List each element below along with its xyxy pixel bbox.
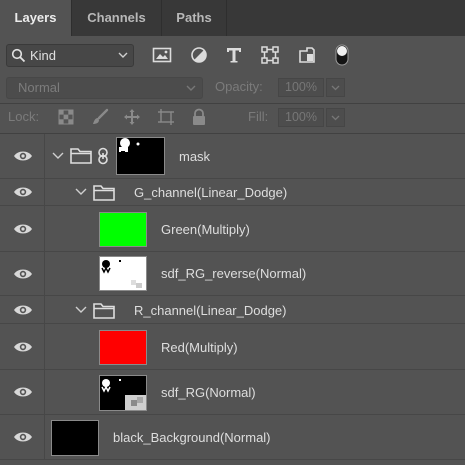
- eye-icon: [14, 305, 32, 314]
- chevron-down-icon: [331, 115, 340, 121]
- lock-all-icon[interactable]: [189, 108, 209, 126]
- smart-object-filter-icon[interactable]: [295, 44, 319, 66]
- shape-filter-icon[interactable]: [258, 44, 282, 66]
- opacity-label: Opacity:: [215, 79, 263, 94]
- layer-name: sdf_RG(Normal): [161, 385, 256, 400]
- visibility-toggle[interactable]: [0, 134, 45, 178]
- visibility-toggle[interactable]: [0, 179, 45, 205]
- visibility-toggle[interactable]: [0, 296, 45, 323]
- filter-toggle-icon[interactable]: [330, 44, 354, 66]
- layer-name: G_channel(Linear_Dodge): [134, 185, 288, 200]
- layer-thumbnail[interactable]: [51, 420, 99, 456]
- layer-name: mask: [179, 149, 211, 164]
- lock-transparent-pixels-icon[interactable]: [56, 108, 76, 126]
- folder-icon: [93, 303, 115, 319]
- chevron-down-icon[interactable]: [75, 305, 87, 315]
- lock-position-icon[interactable]: [122, 108, 142, 126]
- layer-name: sdf_RG_reverse(Normal): [161, 266, 307, 281]
- layer-row-sdf-rg-reverse[interactable]: sdf_RG_reverse(Normal): [0, 252, 465, 296]
- chevron-down-icon: [331, 85, 340, 91]
- fill-input[interactable]: 100%: [278, 108, 324, 127]
- visibility-toggle[interactable]: [0, 415, 45, 459]
- tab-channels[interactable]: Channels: [72, 0, 161, 36]
- eye-icon: [14, 187, 32, 197]
- folder-icon: [93, 185, 115, 201]
- layer-row-red[interactable]: Red(Multiply): [0, 324, 465, 370]
- layer-name: black_Background(Normal): [113, 430, 271, 445]
- opacity-dropdown[interactable]: [326, 78, 345, 97]
- blend-mode-label: Normal: [18, 80, 60, 95]
- opacity-input[interactable]: 100%: [278, 78, 324, 97]
- visibility-toggle[interactable]: [0, 252, 45, 295]
- layer-row-mask[interactable]: mask: [0, 134, 465, 179]
- layer-mask-thumbnail[interactable]: [116, 137, 165, 175]
- eye-icon: [14, 387, 32, 397]
- image-filter-icon[interactable]: [150, 44, 174, 66]
- eye-icon: [14, 151, 32, 161]
- panel-tab-bar: Layers Channels Paths: [0, 0, 465, 36]
- fill-dropdown[interactable]: [326, 108, 345, 127]
- fill-label: Fill:: [248, 109, 269, 124]
- filter-kind-label: Kind: [30, 48, 57, 63]
- eye-icon: [14, 224, 32, 233]
- toolbar-divider: [0, 103, 465, 104]
- visibility-toggle[interactable]: [0, 206, 45, 251]
- lock-label: Lock:: [8, 109, 40, 124]
- layer-thumbnail[interactable]: [99, 256, 147, 291]
- layer-name: Green(Multiply): [161, 222, 250, 237]
- link-icon: [98, 147, 108, 165]
- layer-name: Red(Multiply): [161, 340, 238, 355]
- layer-row-green[interactable]: Green(Multiply): [0, 206, 465, 252]
- adjustment-filter-icon[interactable]: [187, 44, 211, 66]
- layer-thumbnail[interactable]: [99, 375, 147, 411]
- eye-icon: [14, 432, 32, 442]
- lock-artboard-icon[interactable]: [156, 108, 176, 126]
- filter-kind-select[interactable]: Kind: [6, 44, 134, 67]
- eye-icon: [14, 342, 32, 351]
- folder-icon: [70, 148, 92, 164]
- layer-thumbnail[interactable]: [99, 330, 147, 365]
- type-filter-icon[interactable]: [222, 44, 246, 66]
- chevron-down-icon: [186, 85, 196, 91]
- tab-divider: [226, 0, 227, 36]
- layer-row-black-background[interactable]: black_Background(Normal): [0, 415, 465, 460]
- layer-row-g-channel[interactable]: G_channel(Linear_Dodge): [0, 179, 465, 206]
- tab-layers[interactable]: Layers: [0, 0, 71, 36]
- chevron-down-icon[interactable]: [52, 151, 64, 161]
- layer-row-r-channel[interactable]: R_channel(Linear_Dodge): [0, 296, 465, 324]
- search-icon: [11, 48, 26, 63]
- chevron-down-icon: [118, 52, 128, 58]
- lock-image-pixels-icon[interactable]: [90, 108, 110, 126]
- chevron-down-icon[interactable]: [75, 187, 87, 197]
- layer-name: R_channel(Linear_Dodge): [134, 303, 287, 318]
- visibility-toggle[interactable]: [0, 324, 45, 369]
- tab-paths[interactable]: Paths: [162, 0, 226, 36]
- eye-icon: [14, 269, 32, 278]
- layer-thumbnail[interactable]: [99, 212, 147, 247]
- blend-mode-select[interactable]: Normal: [6, 77, 203, 99]
- layer-row-sdf-rg[interactable]: sdf_RG(Normal): [0, 370, 465, 415]
- visibility-toggle[interactable]: [0, 370, 45, 414]
